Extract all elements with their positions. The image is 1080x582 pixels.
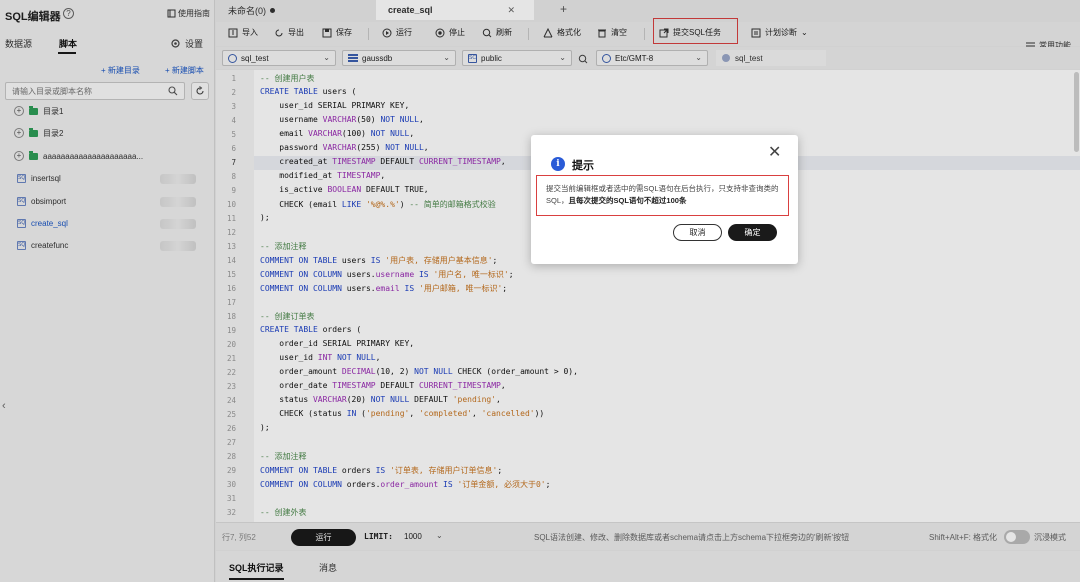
cancel-button[interactable]: 取消 xyxy=(673,224,722,241)
dialog-message-bold: 且每次提交的SQL语句不超过100条 xyxy=(568,196,687,205)
confirm-button[interactable]: 确定 xyxy=(728,224,777,241)
modal-overlay[interactable] xyxy=(0,0,1080,582)
close-icon[interactable]: ✕ xyxy=(768,142,781,162)
dialog-message: 提交当前编辑框或者选中的需SQL语句在后台执行，只支持非查询类的SQL，且每次提… xyxy=(546,183,784,207)
tip-dialog: ✕ i 提示 提交当前编辑框或者选中的需SQL语句在后台执行，只支持非查询类的S… xyxy=(531,135,798,264)
dialog-title: 提示 xyxy=(572,160,594,172)
dialog-message-highlight: 提交当前编辑框或者选中的需SQL语句在后台执行，只支持非查询类的SQL，且每次提… xyxy=(536,175,789,216)
info-icon: i xyxy=(551,157,565,171)
